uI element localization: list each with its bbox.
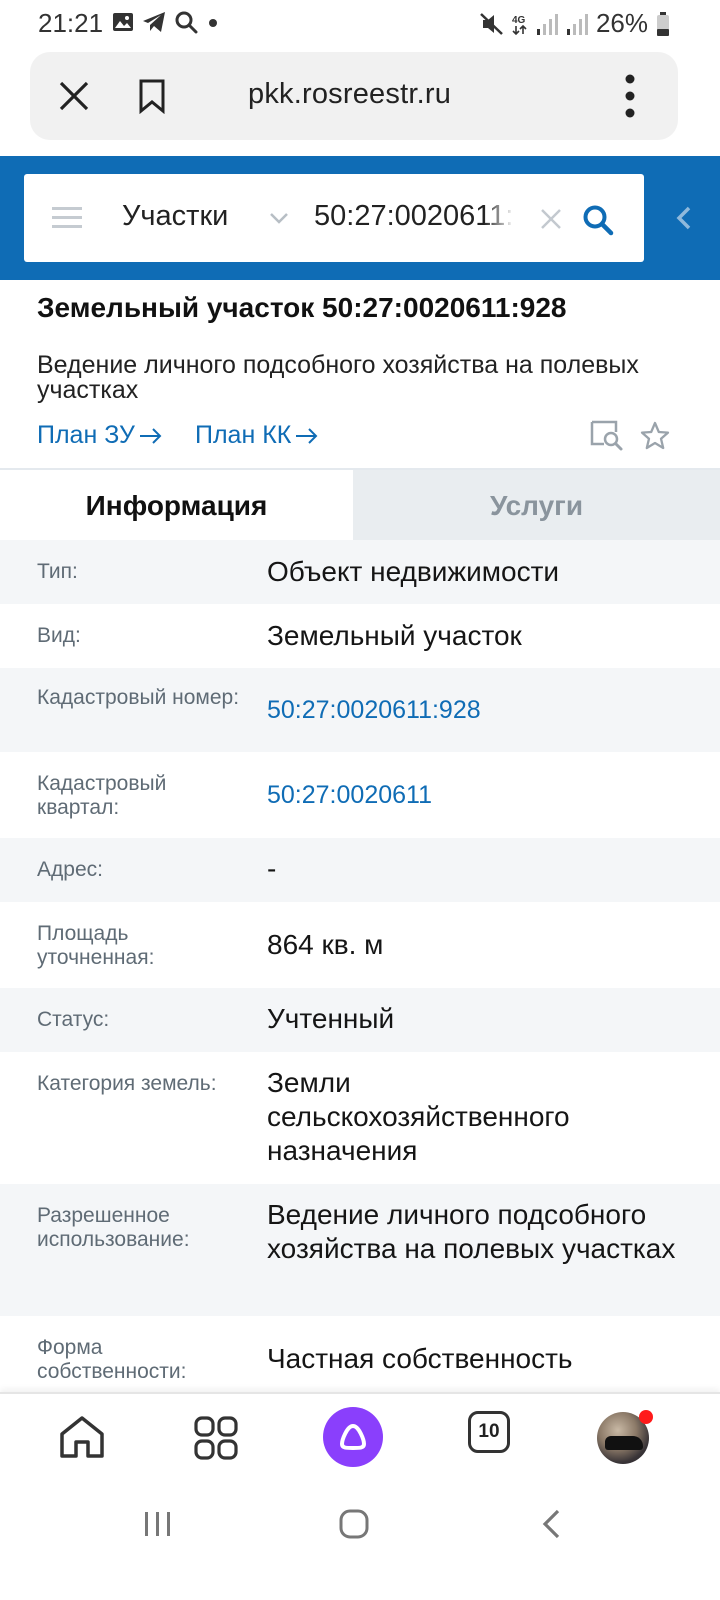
plan-zu-label: План ЗУ xyxy=(37,421,135,449)
avatar-car-image xyxy=(605,1436,643,1450)
object-title: Земельный участок 50:27:0020611:928 xyxy=(37,292,567,323)
cadastral-number-link[interactable]: 50:27:0020611:928 xyxy=(267,693,697,727)
system-navigation-bar xyxy=(0,1488,720,1600)
info-label: Кадастровый номер: xyxy=(37,686,240,709)
alice-icon xyxy=(340,1424,366,1450)
info-value: Ведение личного подсобного хозяйства на … xyxy=(267,1199,676,1264)
status-system-icons: 4G 26% xyxy=(480,8,670,39)
info-row-land-category: Категория земель: Земли сельскохозяйстве… xyxy=(0,1052,720,1184)
services-grid-icon[interactable] xyxy=(194,1416,238,1460)
image-icon xyxy=(113,13,133,31)
home-icon[interactable] xyxy=(58,1414,106,1460)
info-label: Форма собственности: xyxy=(37,1336,187,1383)
cadastral-quarter-link[interactable]: 50:27:0020611 xyxy=(267,778,697,812)
menu-icon[interactable] xyxy=(52,207,82,229)
info-row-status: Статус: Учтенный xyxy=(0,988,720,1052)
tab-information[interactable]: Информация xyxy=(0,470,353,542)
browser-bottom-nav: 10 xyxy=(0,1392,720,1488)
search-icon xyxy=(175,11,198,34)
chevron-down-icon[interactable] xyxy=(269,212,289,224)
info-label: Площадь уточненная: xyxy=(37,922,155,969)
panel-collapse-icon[interactable] xyxy=(676,206,692,230)
browser-address-bar: pkk.rosreestr.ru xyxy=(30,52,678,140)
battery-icon xyxy=(657,11,669,36)
close-icon[interactable] xyxy=(58,80,90,112)
bookmark-icon[interactable] xyxy=(138,78,166,114)
zoom-to-object-icon[interactable] xyxy=(590,420,624,452)
battery-percent: 26% xyxy=(595,8,648,38)
info-value: Земельный участок xyxy=(267,620,522,651)
plan-kk-link[interactable]: План КК xyxy=(195,421,319,450)
home-button-icon[interactable] xyxy=(338,1508,370,1540)
url-text[interactable]: pkk.rosreestr.ru xyxy=(248,78,451,111)
info-label: Вид: xyxy=(37,624,81,647)
info-value: 864 кв. м xyxy=(267,929,384,960)
info-row-permitted-use: Разрешенное использование: Ведение лично… xyxy=(0,1184,720,1316)
info-label: Категория земель: xyxy=(37,1072,217,1095)
object-tabs: Информация Услуги xyxy=(0,468,720,542)
alice-assistant-button[interactable] xyxy=(323,1407,383,1467)
search-icon[interactable] xyxy=(582,204,614,236)
signal-icon xyxy=(566,13,588,35)
dot-icon xyxy=(209,19,217,27)
info-label: Статус: xyxy=(37,1008,110,1031)
status-bar: 21:21 4G 26% xyxy=(0,0,720,46)
info-label: Адрес: xyxy=(37,858,103,881)
recent-apps-icon[interactable] xyxy=(143,1510,173,1538)
search-box: Участки 50:27:0020611:928 xyxy=(24,174,644,262)
info-row-kind: Вид: Земельный участок xyxy=(0,604,720,668)
arrow-right-icon xyxy=(139,427,162,444)
object-subtitle: Ведение личного подсобного хозяйства на … xyxy=(37,351,639,404)
map-search-header: Участки 50:27:0020611:928 xyxy=(0,156,720,280)
info-row-address: Адрес: - xyxy=(0,838,720,902)
telegram-icon xyxy=(143,12,165,32)
info-row-type: Тип: Объект недвижимости xyxy=(0,540,720,604)
4g-icon: 4G xyxy=(512,15,527,35)
info-value: Частная собственность xyxy=(267,1343,573,1374)
plan-kk-label: План КК xyxy=(195,421,292,449)
info-label: Тип: xyxy=(37,560,78,583)
back-icon[interactable] xyxy=(540,1508,562,1540)
info-row-cadastral-number: Кадастровый номер: 50:27:0020611:928 xyxy=(0,668,720,752)
signal-icon xyxy=(536,13,558,35)
info-label: Кадастровый квартал: xyxy=(37,772,167,819)
arrow-right-icon xyxy=(296,427,318,444)
status-notification-icons xyxy=(112,10,220,34)
tab-services[interactable]: Услуги xyxy=(353,470,720,542)
status-time: 21:21 xyxy=(38,8,104,38)
notification-dot xyxy=(639,1410,653,1424)
info-row-area: Площадь уточненная: 864 кв. м xyxy=(0,902,720,988)
svg-text:4G: 4G xyxy=(512,15,526,26)
star-icon[interactable] xyxy=(640,421,670,451)
mute-icon xyxy=(480,12,503,35)
info-label: Разрешенное использование: xyxy=(37,1204,190,1251)
plan-zu-link[interactable]: План ЗУ xyxy=(37,421,163,450)
search-input[interactable]: 50:27:0020611:928 xyxy=(314,200,514,233)
info-value: - xyxy=(267,853,277,884)
info-row-ownership: Форма собственности: Частная собственнос… xyxy=(0,1316,720,1392)
search-type-select[interactable]: Участки xyxy=(122,200,228,233)
info-value: Учтенный xyxy=(267,1003,395,1034)
info-value: Объект недвижимости xyxy=(267,556,560,587)
info-row-cadastral-quarter: Кадастровый квартал: 50:27:0020611 xyxy=(0,752,720,838)
clear-icon[interactable] xyxy=(540,208,562,230)
more-options-icon[interactable] xyxy=(624,74,636,118)
info-value: Земли сельскохозяйственного назначения xyxy=(267,1067,570,1166)
info-table: Тип: Объект недвижимости Вид: Земельный … xyxy=(0,540,720,1392)
tabs-count-button[interactable]: 10 xyxy=(468,1411,510,1453)
